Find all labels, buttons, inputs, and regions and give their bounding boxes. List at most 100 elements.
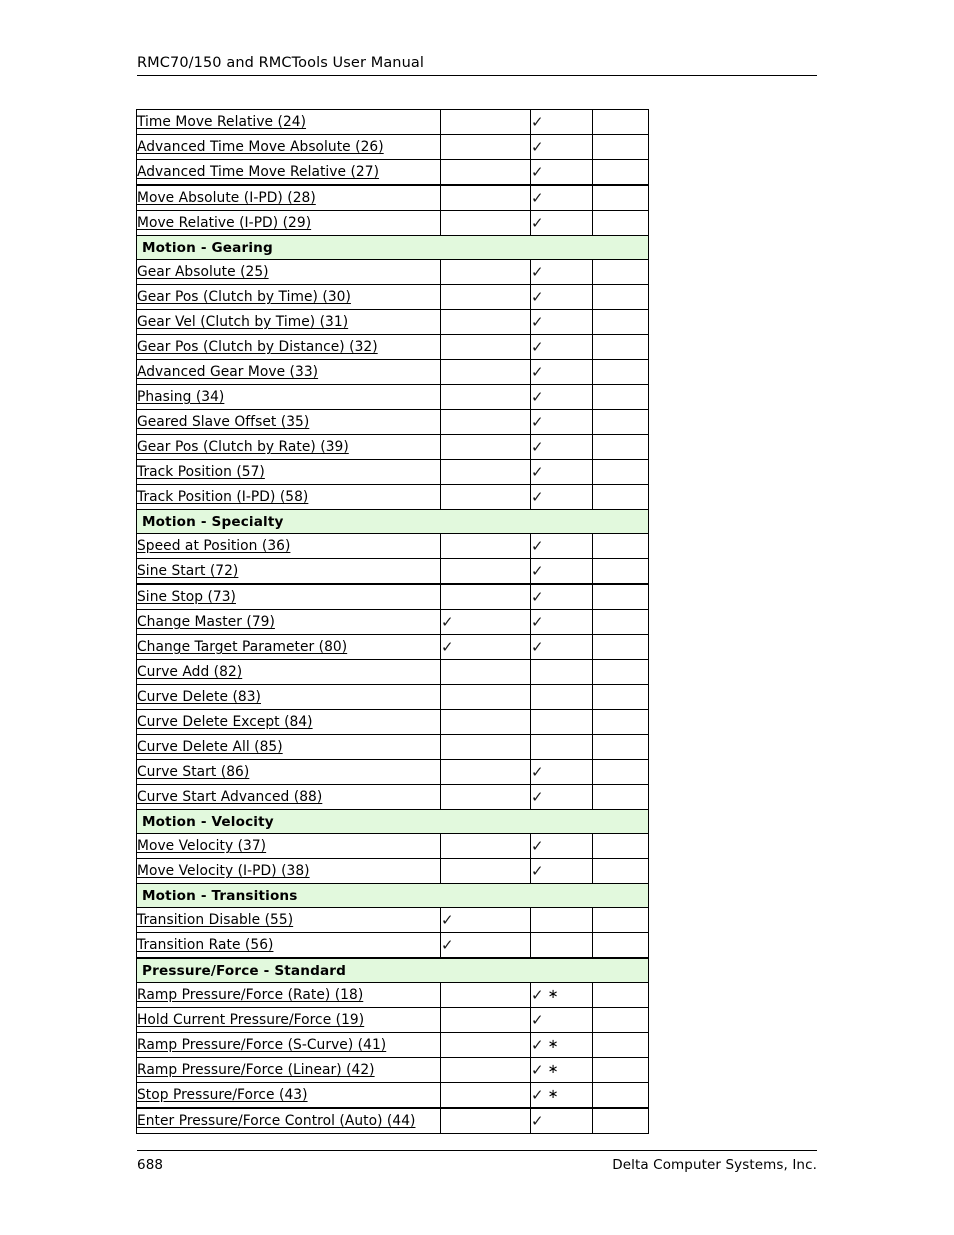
support-column-3-cell — [592, 159, 649, 186]
document-page: RMC70/150 and RMCTools User Manual Time … — [0, 0, 954, 1235]
checkmark-icon: ✓ — [531, 363, 544, 381]
command-link[interactable]: Track Position (I-PD) (58) — [138, 489, 309, 505]
command-link[interactable]: Track Position (57) — [138, 464, 265, 480]
command-link[interactable]: Gear Pos (Clutch by Time) (30) — [138, 289, 351, 305]
support-column-2-cell: ✓ — [530, 409, 593, 435]
command-name-cell: Curve Delete Except (84) — [136, 709, 441, 735]
command-link[interactable]: Curve Start Advanced (88) — [138, 789, 323, 805]
command-name-cell: Advanced Time Move Relative (27) — [136, 159, 441, 186]
checkmark-icon: ✓ — [531, 263, 544, 281]
checkmark-icon: ✓ — [531, 1061, 544, 1079]
command-link[interactable]: Curve Start (86) — [138, 764, 250, 780]
support-column-1-cell — [440, 159, 531, 186]
checkmark-icon: ✓ — [531, 113, 544, 131]
command-link[interactable]: Gear Vel (Clutch by Time) (31) — [138, 314, 349, 330]
command-link[interactable]: Move Velocity (I-PD) (38) — [138, 863, 310, 879]
command-link[interactable]: Hold Current Pressure/Force (19) — [138, 1012, 365, 1028]
command-name-cell: Change Target Parameter (80) — [136, 634, 441, 660]
command-link[interactable]: Curve Add (82) — [138, 664, 243, 680]
command-link[interactable]: Transition Rate (56) — [138, 937, 274, 953]
support-column-3-cell — [592, 533, 649, 559]
asterisk-icon: ∗ — [547, 1087, 559, 1102]
command-link[interactable]: Ramp Pressure/Force (S-Curve) (41) — [138, 1037, 387, 1053]
command-link[interactable]: Change Target Parameter (80) — [138, 639, 348, 655]
support-column-2-cell: ✓ — [530, 184, 593, 211]
command-link[interactable]: Ramp Pressure/Force (Rate) (18) — [138, 987, 364, 1003]
support-column-2-cell: ✓ — [530, 833, 593, 859]
command-link[interactable]: Curve Delete All (85) — [138, 739, 283, 755]
command-name-cell: Gear Absolute (25) — [136, 259, 441, 285]
command-name-cell: Gear Pos (Clutch by Distance) (32) — [136, 334, 441, 360]
checkmark-icon: ✓ — [531, 488, 544, 506]
support-column-2-cell — [530, 932, 593, 959]
table-row: Phasing (34) ✓ — [136, 384, 649, 410]
support-column-1-cell: ✓ — [440, 609, 531, 635]
support-column-2-cell: ✓ — [530, 359, 593, 385]
support-column-3-cell — [592, 184, 649, 211]
command-name-cell: Hold Current Pressure/Force (19) — [136, 1007, 441, 1033]
support-column-2-cell — [530, 684, 593, 710]
support-column-1-cell — [440, 558, 531, 585]
command-link[interactable]: Gear Pos (Clutch by Rate) (39) — [138, 439, 349, 455]
checkmark-icon: ✓ — [531, 537, 544, 555]
command-name-cell: Sine Stop (73) — [136, 583, 441, 610]
table-row: Sine Stop (73) ✓ — [136, 583, 649, 610]
section-header-label: Motion - Specialty — [136, 509, 649, 534]
page-number: 688 — [137, 1157, 164, 1173]
section-header-label: Motion - Velocity — [136, 809, 649, 834]
command-link[interactable]: Speed at Position (36) — [138, 538, 291, 554]
support-column-3-cell — [592, 634, 649, 660]
page-header: RMC70/150 and RMCTools User Manual — [137, 54, 817, 76]
command-link[interactable]: Enter Pressure/Force Control (Auto) (44) — [138, 1113, 416, 1129]
command-name-cell: Curve Start Advanced (88) — [136, 784, 441, 810]
command-link[interactable]: Move Absolute (I-PD) (28) — [138, 190, 316, 206]
command-link[interactable]: Time Move Relative (24) — [138, 114, 307, 130]
command-link[interactable]: Ramp Pressure/Force (Linear) (42) — [138, 1062, 375, 1078]
command-link[interactable]: Sine Stop (73) — [138, 589, 236, 605]
command-link[interactable]: Transition Disable (55) — [138, 912, 294, 928]
support-column-3-cell — [592, 409, 649, 435]
command-name-cell: Gear Pos (Clutch by Time) (30) — [136, 284, 441, 310]
support-column-1-cell — [440, 709, 531, 735]
table-row: Advanced Time Move Relative (27) ✓ — [136, 159, 649, 186]
command-link[interactable]: Stop Pressure/Force (43) — [138, 1087, 308, 1103]
command-link[interactable]: Geared Slave Offset (35) — [138, 414, 310, 430]
support-column-1-cell — [440, 1032, 531, 1058]
support-column-1-cell: ✓ — [440, 932, 531, 959]
command-link[interactable]: Sine Start (72) — [138, 563, 239, 579]
support-column-1-cell — [440, 1057, 531, 1083]
header-divider — [137, 75, 817, 76]
command-name-cell: Ramp Pressure/Force (S-Curve) (41) — [136, 1032, 441, 1058]
command-link[interactable]: Advanced Gear Move (33) — [138, 364, 319, 380]
checkmark-icon: ✓ — [531, 313, 544, 331]
command-link[interactable]: Move Relative (I-PD) (29) — [138, 215, 312, 231]
support-column-1-cell — [440, 982, 531, 1008]
support-column-2-cell: ✓ — [530, 784, 593, 810]
checkmark-icon: ✓ — [531, 138, 544, 156]
command-link[interactable]: Advanced Time Move Absolute (26) — [138, 139, 384, 155]
support-column-2-cell: ✓ — [530, 533, 593, 559]
checkmark-icon: ✓ — [531, 638, 544, 656]
command-link[interactable]: Change Master (79) — [138, 614, 275, 630]
command-link[interactable]: Phasing (34) — [138, 389, 225, 405]
support-column-2-cell: ✓ — [530, 384, 593, 410]
table-row: Speed at Position (36) ✓ — [136, 533, 649, 559]
command-link[interactable]: Move Velocity (37) — [138, 838, 267, 854]
command-link[interactable]: Curve Delete (83) — [138, 689, 261, 705]
table-row: Curve Start (86) ✓ — [136, 759, 649, 785]
table-row: Move Velocity (I-PD) (38) ✓ — [136, 858, 649, 884]
support-column-3-cell — [592, 134, 649, 160]
support-column-1-cell — [440, 684, 531, 710]
support-column-1-cell — [440, 858, 531, 884]
command-link[interactable]: Advanced Time Move Relative (27) — [138, 164, 380, 180]
support-column-1-cell — [440, 533, 531, 559]
support-column-3-cell — [592, 359, 649, 385]
support-column-2-cell: ✓ — [530, 459, 593, 485]
command-link[interactable]: Curve Delete Except (84) — [138, 714, 313, 730]
support-column-1-cell — [440, 334, 531, 360]
checkmark-icon: ✓ — [531, 1011, 544, 1029]
table-section-header-row: Motion - Velocity — [136, 809, 649, 834]
command-link[interactable]: Gear Absolute (25) — [138, 264, 269, 280]
support-column-3-cell — [592, 484, 649, 510]
command-link[interactable]: Gear Pos (Clutch by Distance) (32) — [138, 339, 378, 355]
